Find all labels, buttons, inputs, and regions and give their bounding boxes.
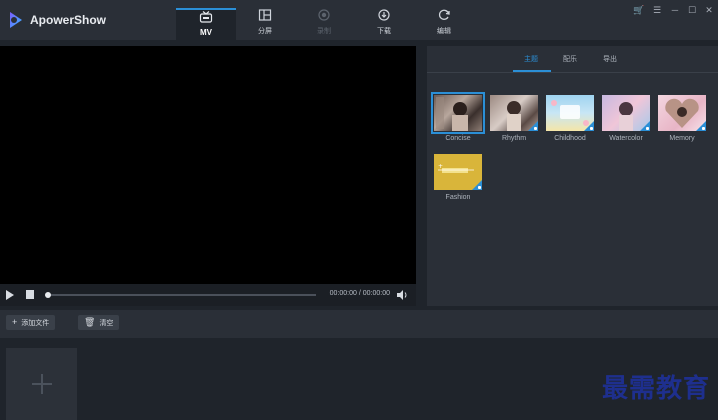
add-plus-icon-vertical [41,374,43,394]
download-icon [378,9,390,21]
progress-track[interactable] [46,294,316,296]
theme-thumbnail [602,95,650,131]
watermark-text: 最需教育 [601,374,710,404]
theme-thumbnail [490,95,538,131]
theme-panel: 主题 配乐 导出 Concise Rhythm Childhood Waterc… [427,46,718,306]
tab-mv[interactable]: MV [176,8,236,40]
theme-label: Memory [669,135,695,142]
media-toolbar: + 添加文件 🗑 清空 [0,310,718,338]
theme-watercolor[interactable]: Watercolor [601,95,651,142]
tab-record-label: 录制 [317,28,331,35]
time-readout: 00:00:00 / 00:00:00 [329,290,390,297]
add-media-tile[interactable] [6,348,77,420]
tab-split-label: 分屏 [258,28,272,35]
theme-thumbnail [658,95,706,131]
apowershow-logo-icon [10,12,22,28]
theme-thumbnail [431,92,485,134]
clear-label: 清空 [99,320,114,327]
maximize-icon[interactable]: ☐ [686,5,698,16]
plus-icon: + [12,317,18,327]
tab-record[interactable]: 录制 [295,8,353,40]
stop-icon[interactable] [26,290,34,299]
split-screen-icon [258,9,272,21]
tab-download[interactable]: 下载 [355,8,413,40]
app-name: ApowerShow [30,13,107,27]
edit-refresh-icon [438,9,450,20]
tab-split-screen[interactable]: 分屏 [236,8,294,40]
panel-divider [427,72,718,73]
record-icon [318,9,330,21]
clear-button[interactable]: 🗑 清空 [78,315,120,330]
title-bar: ApowerShow MV 分屏 录制 下载 编辑 🛒 ☰ ─ ☐ ✕ [0,0,718,40]
theme-thumbnail [546,95,594,131]
tab-theme[interactable]: 主题 [524,54,538,64]
minimize-icon[interactable]: ─ [669,5,681,15]
theme-memory[interactable]: Memory [657,95,707,142]
svg-text:+: + [438,163,443,170]
tab-music[interactable]: 配乐 [563,54,577,64]
progress-handle[interactable] [45,292,51,298]
add-file-button[interactable]: + 添加文件 [6,315,56,330]
cart-icon[interactable]: 🛒 [633,5,645,16]
theme-label: Concise [445,135,471,142]
menu-icon[interactable]: ☰ [651,5,663,16]
video-preview [0,46,416,306]
theme-label: Fashion [445,194,471,201]
theme-thumbnail: + [434,154,482,190]
theme-childhood[interactable]: Childhood [545,95,595,142]
volume-icon[interactable] [397,290,408,300]
add-file-label: 添加文件 [21,320,50,327]
theme-label: Childhood [554,135,586,142]
theme-rhythm[interactable]: Rhythm [489,95,539,142]
theme-label: Watercolor [609,135,643,142]
theme-label: Rhythm [501,135,527,142]
mv-tv-icon [199,11,213,23]
tab-mv-label: MV [200,28,212,37]
tab-edit[interactable]: 编辑 [415,8,473,40]
tab-export[interactable]: 导出 [603,54,617,64]
tab-edit-label: 编辑 [437,28,451,35]
close-icon[interactable]: ✕ [703,5,715,16]
player-controls: 00:00:00 / 00:00:00 [0,284,416,306]
theme-fashion[interactable]: + Fashion [433,154,483,201]
play-icon[interactable] [6,290,14,300]
tab-download-label: 下载 [377,28,391,35]
theme-concise[interactable]: Concise [431,92,485,142]
trash-icon: 🗑 [84,317,96,327]
